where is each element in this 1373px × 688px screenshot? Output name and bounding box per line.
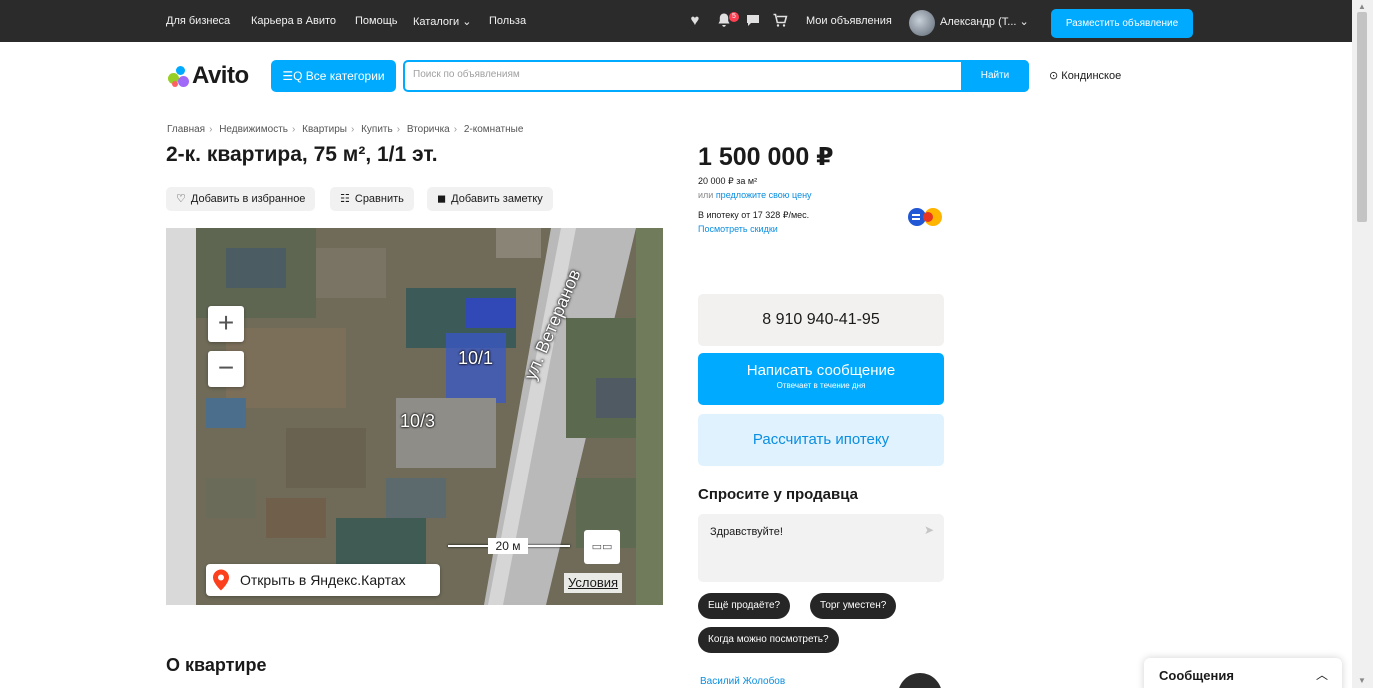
location-name: Кондинское [1061,70,1122,82]
open-yandex-maps-button[interactable]: Открыть в Яндекс.Картах [206,564,440,596]
location-pin-icon: ⊙ [1049,70,1059,82]
compare-icon: ☷ [340,193,350,205]
all-categories-button[interactable]: ☰Q Все категории [271,60,396,92]
ruler-icon[interactable]: ▭▭ [584,530,620,564]
link-help[interactable]: Помощь [355,15,398,27]
map-zoom-in-button[interactable]: + [208,306,244,342]
avito-logo-dots-icon [166,64,190,88]
quick-question-chip[interactable]: Торг уместен? [810,593,897,619]
write-message-button[interactable]: Написать сообщение Отвечает в течение дн… [698,353,944,405]
link-benefit[interactable]: Польза [489,15,526,27]
add-to-favorites-button[interactable]: ♡ Добавить в избранное [166,187,316,211]
ask-seller-heading: Спросите у продавца [698,486,858,503]
message-text[interactable]: Здравствуйте! [710,526,783,538]
price: 1 500 000 ₽ [698,143,834,171]
seller-name-link[interactable]: Василий Жолобов [700,676,785,687]
compare-label: Сравнить [354,193,404,205]
link-catalogs[interactable]: Каталоги ⌄ [413,15,471,28]
chevron-up-icon[interactable]: ︿ [1316,666,1328,683]
map-scale-bar: 20 м [448,538,570,554]
response-time-label: Отвечает в течение дня [776,381,866,390]
find-button[interactable]: Найти [961,60,1029,92]
map-house-label: 10/1 [458,348,494,368]
ask-seller-message-field[interactable]: Здравствуйте! ➤ [698,514,944,582]
heart-icon[interactable]: ♥ [686,12,704,30]
breadcrumb-item[interactable]: Главная [167,124,205,135]
my-ads-link[interactable]: Мои объявления [806,15,892,27]
breadcrumb-item[interactable]: Недвижимость [219,124,288,135]
quick-question-chip[interactable]: Когда можно посмотреть? [698,627,839,653]
send-icon[interactable]: ➤ [924,523,934,537]
price-per-meter: 20 000 ₽ за м² [698,176,758,186]
note-icon: ◼ [437,193,447,205]
bank-partner-logo-icon [908,208,942,226]
breadcrumb-item[interactable]: 2-комнатные [464,124,524,135]
map-terms-link[interactable]: Условия [564,573,623,593]
breadcrumb-item[interactable]: Квартиры [302,124,347,135]
top-navigation-bar: Для бизнеса Карьера в Авито Помощь Катал… [0,0,1352,42]
offer-prefix: или [698,190,716,200]
scroll-up-arrow-icon[interactable]: ▲ [1358,2,1366,11]
logo-text: Avito [192,62,249,89]
map-scale-label: 20 м [488,538,528,554]
search-bar: Найти [403,60,1029,92]
compare-button[interactable]: ☷ Сравнить [330,187,414,211]
heart-outline-icon: ♡ [176,193,186,205]
page-scrollbar[interactable]: ▲ ▼ [1352,0,1373,688]
favorite-label: Добавить в избранное [190,193,306,205]
calculate-mortgage-button[interactable]: Рассчитать ипотеку [698,414,944,466]
page: Для бизнеса Карьера в Авито Помощь Катал… [0,0,1373,688]
user-avatar[interactable] [909,10,935,36]
location-selector[interactable]: ⊙ Кондинское [1049,69,1121,82]
offer-price-line: или предложите свою цену [698,190,812,200]
offer-price-link[interactable]: предложите свою цену [716,190,812,200]
avito-logo[interactable]: Avito [166,62,249,90]
messages-popup[interactable]: Сообщения ︿ [1144,658,1342,688]
seller-avatar[interactable] [898,673,942,688]
show-phone-button[interactable]: 8 910 940-41-95 [698,294,944,346]
map-zoom-out-button[interactable]: − [208,351,244,387]
quick-question-chip[interactable]: Ещё продаёте? [698,593,791,619]
user-menu[interactable]: Александр (Т... ⌄ [940,15,1029,28]
messages-popup-title: Сообщения [1159,668,1234,683]
notification-badge: 5 [729,12,739,22]
about-apartment-heading: О квартире [166,655,267,675]
listing-title: 2-к. квартира, 75 м², 1/1 эт. [166,143,438,166]
link-business[interactable]: Для бизнеса [166,15,230,27]
link-career[interactable]: Карьера в Авито [251,15,336,27]
view-discounts-link[interactable]: Посмотреть скидки [698,224,778,234]
post-ad-button[interactable]: Разместить объявление [1051,9,1193,38]
cart-icon[interactable] [771,12,789,30]
map-pin-icon [213,569,229,591]
search-input[interactable] [413,69,953,80]
scroll-down-arrow-icon[interactable]: ▼ [1358,676,1366,685]
chat-icon[interactable] [744,12,762,30]
map-house-label: 10/3 [400,411,436,431]
write-message-label: Написать сообщение [746,362,896,379]
breadcrumb: Главная › Недвижимость › Квартиры › Купить ›… [167,124,524,135]
breadcrumb-item[interactable]: Купить [361,124,393,135]
add-note-button[interactable]: ◼ Добавить заметку [427,187,553,211]
mortgage-from: В ипотеку от 17 328 ₽/мес. [698,210,810,220]
scrollbar-thumb[interactable] [1357,12,1367,222]
breadcrumb-item[interactable]: Вторичка [407,124,450,135]
note-label: Добавить заметку [451,193,543,205]
